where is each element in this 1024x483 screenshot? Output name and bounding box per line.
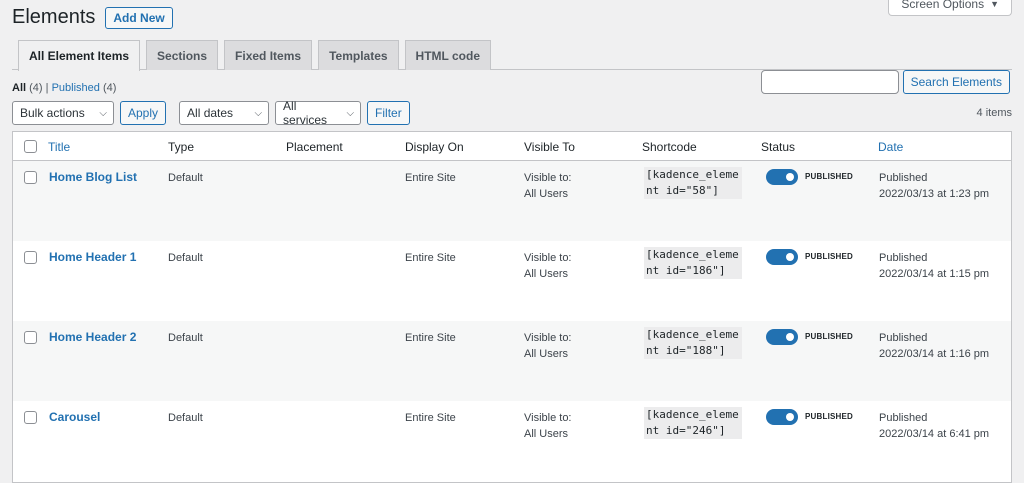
row-date-status: Published	[879, 252, 928, 264]
element-tabs: All Element Items Sections Fixed Items T…	[12, 40, 1012, 71]
dates-select[interactable]: All dates ⌵	[179, 101, 270, 125]
filter-separator: |	[45, 82, 49, 94]
screen-options-label: Screen Options	[901, 0, 985, 11]
table-header: Title Type Placement Display On Visible …	[13, 132, 1011, 161]
tab-fixed-items[interactable]: Fixed Items	[224, 40, 313, 70]
table-row: Home Blog List Default Entire Site Visib…	[13, 161, 1011, 241]
bulk-actions-select[interactable]: Bulk actions ⌵	[12, 101, 114, 125]
status-label: PUBLISHED	[805, 332, 854, 341]
bulk-actions-value: Bulk actions	[20, 106, 85, 120]
row-type: Default	[168, 172, 203, 184]
tablenav-top: Bulk actions ⌵ Apply All dates ⌵ All ser…	[12, 99, 1012, 127]
tab-templates[interactable]: Templates	[318, 40, 399, 70]
filter-published-count: (4)	[102, 82, 117, 94]
caret-down-icon: ▼	[990, 0, 999, 9]
toggle-knob	[786, 413, 794, 421]
filter-published-link[interactable]: Published	[52, 82, 100, 94]
row-visible-to-value: All Users	[524, 428, 569, 440]
search-box: Search Elements	[760, 70, 1010, 94]
row-type: Default	[168, 412, 203, 424]
column-display-on: Display On	[405, 140, 464, 154]
row-date: 2022/03/14 at 1:15 pm	[879, 268, 990, 280]
row-display-on: Entire Site	[405, 332, 456, 344]
row-date: 2022/03/13 at 1:23 pm	[879, 188, 990, 200]
column-status: Status	[761, 140, 796, 154]
column-type: Type	[168, 140, 195, 154]
row-visible-to-value: All Users	[524, 188, 569, 200]
row-title-link[interactable]: Home Header 1	[49, 249, 136, 265]
toggle-knob	[786, 333, 794, 341]
column-date[interactable]: Date	[878, 140, 903, 154]
row-display-on: Entire Site	[405, 172, 456, 184]
tab-all-element-items[interactable]: All Element Items	[18, 40, 141, 71]
row-title-link[interactable]: Home Header 2	[49, 329, 136, 345]
search-input[interactable]	[760, 70, 899, 94]
row-checkbox[interactable]	[24, 411, 37, 424]
column-visible-to: Visible To	[524, 140, 575, 154]
row-visible-to-label: Visible to:	[524, 252, 572, 264]
screen-options-button[interactable]: Screen Options ▼	[888, 0, 1012, 16]
row-shortcode: [kadence_element id="188"]	[644, 327, 742, 359]
row-shortcode: [kadence_element id="186"]	[644, 247, 742, 279]
search-elements-button[interactable]: Search Elements	[902, 70, 1010, 94]
apply-button[interactable]: Apply	[120, 101, 167, 125]
table-row: Home Header 1 Default Entire Site Visibl…	[13, 241, 1011, 321]
row-date-status: Published	[879, 412, 928, 424]
filter-all-link[interactable]: All	[12, 82, 26, 94]
status-label: PUBLISHED	[805, 172, 854, 181]
row-visible-to-label: Visible to:	[524, 172, 572, 184]
column-placement: Placement	[286, 140, 343, 154]
items-count: 4 items	[976, 107, 1012, 119]
row-title-link[interactable]: Carousel	[49, 409, 100, 425]
row-date-status: Published	[879, 332, 928, 344]
select-all-checkbox[interactable]	[24, 140, 37, 153]
page-title: Elements	[12, 6, 96, 28]
row-checkbox[interactable]	[24, 331, 37, 344]
status-label: PUBLISHED	[805, 412, 854, 421]
row-date: 2022/03/14 at 6:41 pm	[879, 428, 990, 440]
dates-value: All dates	[187, 106, 234, 120]
status-label: PUBLISHED	[805, 252, 854, 261]
column-title[interactable]: Title	[48, 140, 70, 154]
elements-table: Title Type Placement Display On Visible …	[12, 131, 1012, 483]
filter-button[interactable]: Filter	[367, 101, 410, 125]
tab-html-code[interactable]: HTML code	[404, 40, 491, 70]
toggle-knob	[786, 253, 794, 261]
table-row: Carousel Default Entire Site Visible to:…	[13, 401, 1011, 481]
chevron-down-icon: ⌵	[99, 107, 107, 119]
row-display-on: Entire Site	[405, 252, 456, 264]
status-toggle[interactable]	[766, 329, 798, 345]
toggle-knob	[786, 173, 794, 181]
row-date-status: Published	[879, 172, 928, 184]
status-toggle[interactable]	[766, 409, 798, 425]
row-display-on: Entire Site	[405, 412, 456, 424]
row-title-link[interactable]: Home Blog List	[49, 169, 137, 185]
row-type: Default	[168, 252, 203, 264]
services-select[interactable]: All services ⌵	[275, 99, 362, 127]
chevron-down-icon: ⌵	[254, 107, 263, 119]
status-toggle[interactable]	[766, 169, 798, 185]
row-date: 2022/03/14 at 1:16 pm	[879, 348, 990, 360]
chevron-down-icon: ⌵	[346, 107, 355, 119]
column-shortcode: Shortcode	[642, 140, 697, 154]
filter-all-count: (4)	[29, 82, 43, 94]
row-visible-to-label: Visible to:	[524, 412, 572, 424]
row-checkbox[interactable]	[24, 251, 37, 264]
table-row: Home Header 2 Default Entire Site Visibl…	[13, 321, 1011, 401]
status-filter-links: All (4) | Published (4)	[12, 82, 116, 94]
row-shortcode: [kadence_element id="246"]	[644, 407, 742, 439]
add-new-button[interactable]: Add New	[105, 6, 173, 29]
status-toggle[interactable]	[766, 249, 798, 265]
row-visible-to-value: All Users	[524, 348, 569, 360]
row-checkbox[interactable]	[24, 171, 37, 184]
page-header: Elements Add New	[12, 6, 173, 29]
tab-sections[interactable]: Sections	[146, 40, 219, 70]
row-visible-to-label: Visible to:	[524, 332, 572, 344]
services-value: All services	[283, 99, 328, 127]
row-shortcode: [kadence_element id="58"]	[644, 167, 742, 199]
row-visible-to-value: All Users	[524, 268, 569, 280]
row-type: Default	[168, 332, 203, 344]
